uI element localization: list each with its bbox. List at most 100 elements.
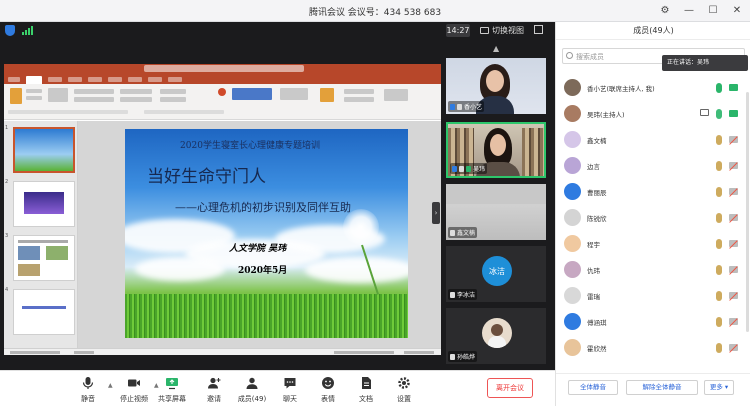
slide-caption: ——心理危机的初步识别及同伴互助: [175, 201, 351, 214]
video-tile[interactable]: 香小艺: [446, 58, 546, 114]
invite-button[interactable]: 邀请: [194, 373, 234, 405]
ribbon-toolbar: [4, 84, 441, 120]
member-camera-icon: [729, 214, 738, 223]
screen-share-icon: [700, 109, 709, 116]
ribbon-tab: [8, 77, 20, 82]
chat-button[interactable]: 聊天: [270, 373, 310, 405]
switch-view-button[interactable]: 切换视图: [480, 25, 524, 36]
video-tile[interactable]: 孙皓烨: [446, 308, 546, 364]
member-avatar: [564, 287, 581, 304]
member-row[interactable]: 霍欣然: [556, 337, 750, 360]
slide-thumbnail[interactable]: [13, 181, 75, 227]
member-mic-icon[interactable]: [716, 109, 722, 119]
member-mic-icon[interactable]: [716, 83, 722, 93]
member-mic-icon[interactable]: [716, 135, 722, 145]
member-mic-icon[interactable]: [716, 239, 722, 249]
member-camera-icon: [729, 136, 738, 145]
switch-view-label: 切换视图: [492, 26, 524, 35]
mic-icon: [466, 165, 471, 172]
member-camera-icon: [729, 266, 738, 275]
member-mic-icon[interactable]: [716, 343, 722, 353]
share-screen-button[interactable]: 共享屏幕: [152, 373, 192, 405]
unmute-all-button[interactable]: 解除全体静音: [626, 380, 698, 395]
search-icon: [566, 52, 573, 59]
member-row[interactable]: 边言: [556, 155, 750, 178]
member-mic-icon[interactable]: [716, 265, 722, 275]
ribbon-tab: [168, 77, 182, 82]
close-icon[interactable]: ✕: [730, 3, 744, 18]
member-name: 鑫文楠: [587, 137, 607, 145]
documents-button[interactable]: 文档: [346, 373, 386, 405]
member-row[interactable]: 曹丽辰: [556, 181, 750, 204]
slide-thumbnail[interactable]: [13, 289, 75, 335]
member-name: 边言: [587, 163, 600, 171]
member-mic-icon[interactable]: [716, 291, 722, 301]
video-tile-label: 孙皓烨: [448, 351, 478, 362]
more-button[interactable]: 更多 ▾: [704, 380, 734, 395]
mic-icon: [450, 229, 455, 236]
member-row[interactable]: 雷瑞: [556, 285, 750, 308]
video-tile-label: 香小艺: [448, 101, 485, 112]
member-mic-icon[interactable]: [716, 161, 722, 171]
member-mic-icon[interactable]: [716, 187, 722, 197]
member-camera-icon: [729, 162, 738, 171]
reactions-button[interactable]: 表情: [308, 373, 348, 405]
current-slide: 2020学生寝室长心理健康专题培训 当好生命守门人 ——心理危机的初步识别及同伴…: [125, 129, 408, 338]
thumb-number: 2: [5, 179, 9, 185]
members-button[interactable]: 成员(49): [232, 373, 272, 405]
powerpoint-titlebar: [4, 64, 441, 75]
member-name: 曹丽辰: [587, 189, 607, 197]
host-icon: [452, 165, 457, 172]
slide-editing-canvas: 2020学生寝室长心理健康专题培训 当好生命守门人 ——心理危机的初步识别及同伴…: [78, 121, 441, 348]
powerpoint-statusbar: [4, 348, 441, 355]
mic-icon: [450, 353, 455, 360]
slide-thumbnail[interactable]: [13, 235, 75, 281]
settings-gear-icon[interactable]: ⚙: [658, 3, 672, 18]
slide-thumbnail[interactable]: [13, 127, 75, 173]
member-name: 仇玮: [587, 267, 600, 275]
leave-meeting-button[interactable]: 离开会议: [487, 378, 533, 398]
video-tile[interactable]: 鑫文楠: [446, 184, 546, 240]
video-strip: ▲ 香小艺 吴玮 鑫文楠 冰洁 李冰洁 孙皓烨: [444, 39, 548, 370]
members-footer: 全体静音 解除全体静音 更多 ▾: [556, 373, 750, 406]
maximize-icon[interactable]: ☐: [706, 3, 720, 18]
settings-button[interactable]: 设置: [384, 373, 424, 405]
member-list-scrollbar[interactable]: [746, 92, 749, 332]
video-tile[interactable]: 冰洁 李冰洁: [446, 246, 546, 302]
video-tile-speaking[interactable]: 吴玮: [446, 122, 546, 178]
member-row[interactable]: 程宇: [556, 233, 750, 256]
grid-view-icon: [480, 27, 489, 34]
network-signal-icon[interactable]: [22, 26, 33, 35]
member-mic-icon[interactable]: [716, 317, 722, 327]
members-icon: [246, 377, 258, 389]
member-name: 香小艺(联席主持人, 我): [587, 85, 655, 93]
member-row[interactable]: 陈锐欣: [556, 207, 750, 230]
fullscreen-icon[interactable]: [534, 25, 543, 34]
chat-icon: [284, 378, 296, 389]
shared-screen: 1 2 3 4 2020学生寝室长心理健康专题培训 当好生命守门人 ——心理危机…: [4, 64, 441, 355]
mute-all-button[interactable]: 全体静音: [568, 380, 618, 395]
audio-options-caret-icon[interactable]: ▲: [108, 382, 113, 389]
member-avatar: [564, 183, 581, 200]
slide-subtitle: 2020学生寝室长心理健康专题培训: [180, 141, 320, 151]
member-mic-icon[interactable]: [716, 213, 722, 223]
security-shield-icon[interactable]: [5, 25, 15, 36]
member-row[interactable]: 香小艺(联席主持人, 我): [556, 77, 750, 100]
scroll-up-icon[interactable]: ▲: [493, 44, 499, 53]
minimize-icon[interactable]: —: [682, 3, 696, 18]
member-row[interactable]: 鑫文楠: [556, 129, 750, 152]
mute-button[interactable]: 静音: [68, 373, 108, 405]
member-row[interactable]: 傅涵琪: [556, 311, 750, 334]
member-camera-icon: [729, 240, 738, 249]
meeting-status-bar: [0, 22, 555, 39]
member-name: 雷瑞: [587, 293, 600, 301]
camera-icon: [128, 379, 140, 387]
member-row[interactable]: 吴玮(主持人): [556, 103, 750, 126]
mic-icon: [457, 103, 462, 110]
member-row[interactable]: 仇玮: [556, 259, 750, 282]
stop-video-button[interactable]: 停止视频: [114, 373, 154, 405]
meeting-toolbar: 静音 ▲ 停止视频 ▲ 共享屏幕 邀请 成员(49) 聊天 表情 文档 设置: [0, 370, 555, 406]
collapse-video-panel-button[interactable]: ›: [432, 202, 440, 224]
ribbon-tab: [148, 77, 162, 82]
title-bar: 腾讯会议 会议号：434 538 683 ⚙ — ☐ ✕: [0, 0, 750, 22]
